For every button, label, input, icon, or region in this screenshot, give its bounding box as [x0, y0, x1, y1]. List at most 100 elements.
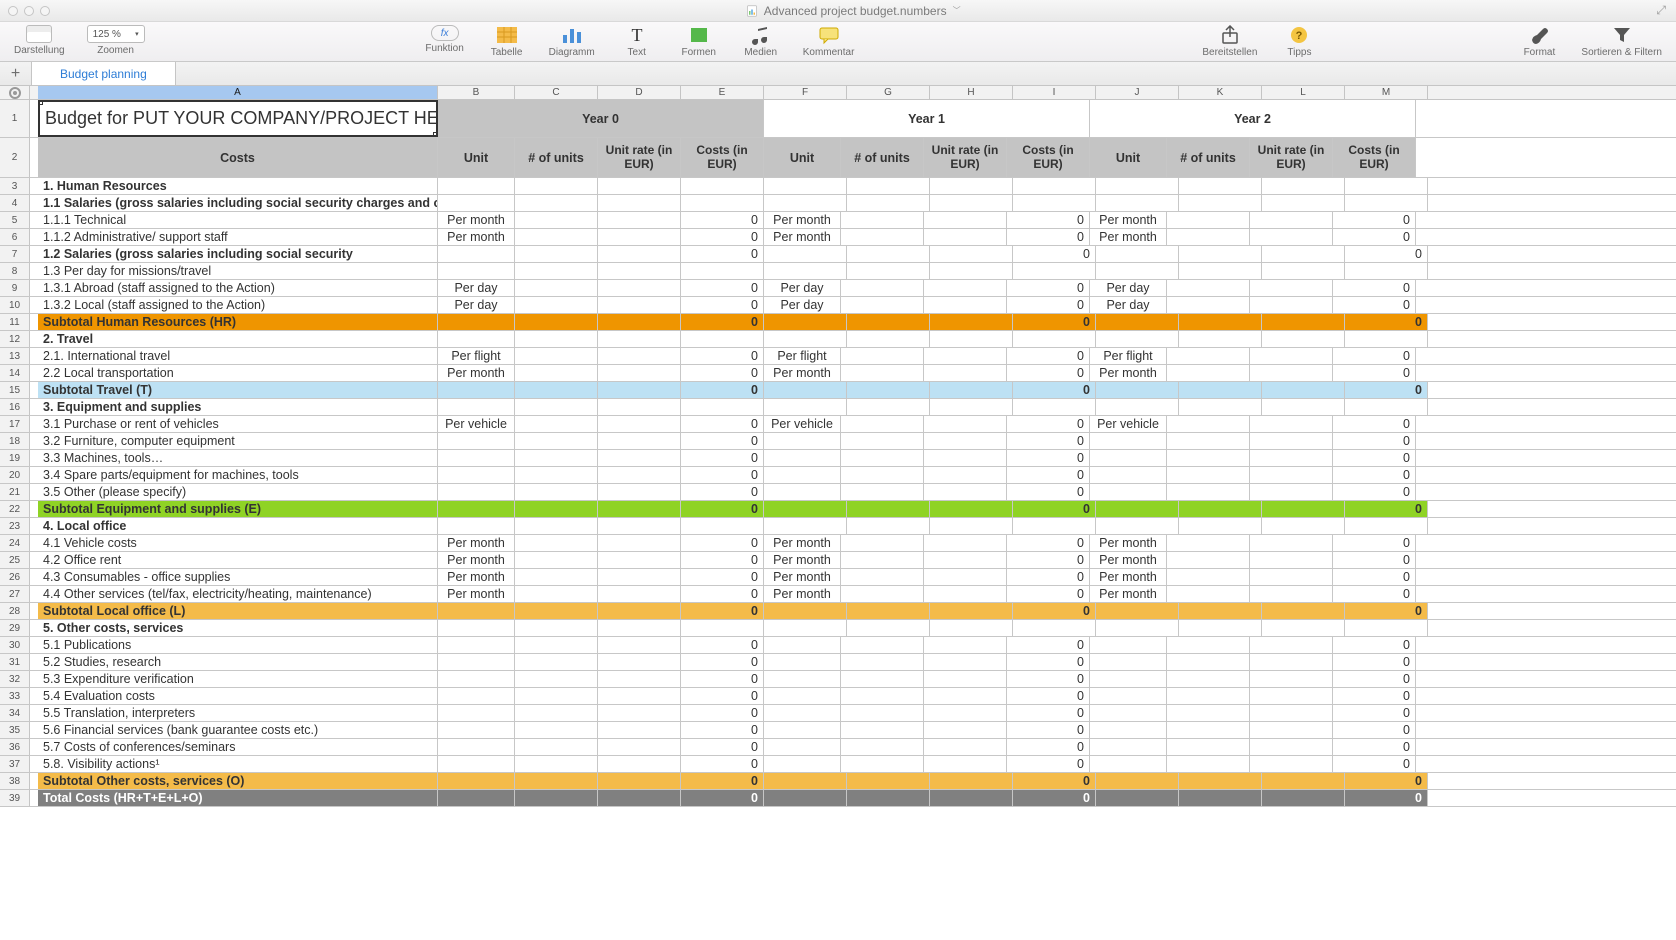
cell[interactable]: 0: [1013, 246, 1096, 262]
cell[interactable]: [1096, 263, 1179, 279]
rate-cell[interactable]: [924, 450, 1007, 466]
unit-cell[interactable]: [438, 637, 515, 653]
cell[interactable]: [515, 331, 598, 347]
cell[interactable]: [1096, 331, 1179, 347]
subtotal-cell[interactable]: [1179, 382, 1262, 398]
unit-cell[interactable]: [764, 688, 841, 704]
unit-cell[interactable]: [438, 467, 515, 483]
subtotal-cell[interactable]: [764, 790, 847, 806]
unit-cell[interactable]: [1090, 450, 1167, 466]
numunits-cell[interactable]: [515, 229, 598, 245]
subtotal-cell[interactable]: [930, 603, 1013, 619]
cell[interactable]: [764, 263, 847, 279]
cell[interactable]: [1345, 195, 1428, 211]
numunits-cell[interactable]: [841, 688, 924, 704]
label-cell[interactable]: 5.7 Costs of conferences/seminars: [38, 739, 438, 755]
rate-cell[interactable]: [924, 416, 1007, 432]
cell[interactable]: [1345, 518, 1428, 534]
cell[interactable]: [515, 518, 598, 534]
cell[interactable]: [438, 620, 515, 636]
cost-cell[interactable]: 0: [1007, 365, 1090, 381]
cost-cell[interactable]: 0: [1007, 722, 1090, 738]
subtotal-cell[interactable]: 0: [1013, 382, 1096, 398]
subtotal-cell[interactable]: 0: [681, 603, 764, 619]
numunits-cell[interactable]: [1167, 467, 1250, 483]
unit-cell[interactable]: [764, 637, 841, 653]
subtotal-cell[interactable]: [1262, 773, 1345, 789]
rate-cell[interactable]: [1250, 280, 1333, 296]
numunits-cell[interactable]: [515, 586, 598, 602]
cell[interactable]: [438, 399, 515, 415]
numunits-cell[interactable]: [515, 484, 598, 500]
cost-cell[interactable]: 0: [1007, 586, 1090, 602]
label-cell[interactable]: 1.3 Per day for missions/travel: [38, 263, 438, 279]
cell[interactable]: [847, 263, 930, 279]
cell[interactable]: [1013, 178, 1096, 194]
cell[interactable]: [847, 331, 930, 347]
numunits-cell[interactable]: [1167, 365, 1250, 381]
cell[interactable]: [847, 620, 930, 636]
subtotal-cell[interactable]: [764, 501, 847, 517]
unit-cell[interactable]: Per month: [1090, 552, 1167, 568]
rate-cell[interactable]: [1250, 654, 1333, 670]
numunits-cell[interactable]: [841, 535, 924, 551]
unit-cell[interactable]: Per month: [438, 569, 515, 585]
subtotal-cell[interactable]: 0: [681, 501, 764, 517]
subtotal-cell[interactable]: 0: [1013, 501, 1096, 517]
label-cell[interactable]: 1.2 Salaries (gross salaries including s…: [38, 246, 438, 262]
numunits-cell[interactable]: [515, 637, 598, 653]
row-header[interactable]: 32: [0, 671, 30, 687]
select-all-corner[interactable]: [0, 86, 30, 99]
cell[interactable]: [515, 399, 598, 415]
rate-cell[interactable]: [1250, 416, 1333, 432]
cell[interactable]: [930, 246, 1013, 262]
sort-filter-button[interactable]: Sortieren & Filtern: [1581, 25, 1662, 58]
cell[interactable]: [847, 246, 930, 262]
cell[interactable]: [1345, 331, 1428, 347]
cost-cell[interactable]: 0: [1333, 365, 1416, 381]
unit-cell[interactable]: [764, 722, 841, 738]
row-header[interactable]: 26: [0, 569, 30, 585]
cost-cell[interactable]: 0: [1007, 705, 1090, 721]
unit-cell[interactable]: Per day: [764, 280, 841, 296]
cost-cell[interactable]: 0: [1007, 348, 1090, 364]
rate-cell[interactable]: [598, 552, 681, 568]
year2-header[interactable]: Year 2: [1090, 100, 1416, 137]
rate-cell[interactable]: [924, 552, 1007, 568]
subtotal-cell[interactable]: [1179, 501, 1262, 517]
subtotal-cell[interactable]: [1179, 773, 1262, 789]
subtotal-cell[interactable]: [930, 314, 1013, 330]
cell[interactable]: [1179, 178, 1262, 194]
cell[interactable]: [598, 246, 681, 262]
unit-cell[interactable]: Per month: [764, 535, 841, 551]
unit-header[interactable]: Unit: [1090, 138, 1167, 177]
column-header[interactable]: B: [438, 86, 515, 99]
cell[interactable]: [1096, 518, 1179, 534]
subtotal-cell[interactable]: [515, 501, 598, 517]
cell[interactable]: [1096, 399, 1179, 415]
cost-cell[interactable]: 0: [1007, 467, 1090, 483]
unit-cell[interactable]: [438, 433, 515, 449]
label-cell[interactable]: 3.3 Machines, tools…: [38, 450, 438, 466]
subtotal-cell[interactable]: 0: [1345, 501, 1428, 517]
numunits-cell[interactable]: [841, 552, 924, 568]
add-sheet-button[interactable]: +: [0, 62, 32, 85]
sheet-tab-budget[interactable]: Budget planning: [32, 62, 176, 85]
cell[interactable]: [1013, 399, 1096, 415]
unit-cell[interactable]: [438, 739, 515, 755]
numunits-cell[interactable]: [1167, 688, 1250, 704]
cell[interactable]: [764, 620, 847, 636]
unit-header[interactable]: Unit: [438, 138, 515, 177]
rate-cell[interactable]: [598, 654, 681, 670]
cell[interactable]: [1179, 399, 1262, 415]
cost-cell[interactable]: 0: [681, 705, 764, 721]
subtotal-cell[interactable]: [930, 790, 1013, 806]
numunits-cell[interactable]: [1167, 484, 1250, 500]
cost-cell[interactable]: 0: [1333, 229, 1416, 245]
numunits-cell[interactable]: [1167, 280, 1250, 296]
rate-cell[interactable]: [924, 756, 1007, 772]
rate-cell[interactable]: [1250, 705, 1333, 721]
unit-cell[interactable]: [438, 756, 515, 772]
subtotal-cell[interactable]: [438, 314, 515, 330]
cost-cell[interactable]: 0: [1333, 467, 1416, 483]
